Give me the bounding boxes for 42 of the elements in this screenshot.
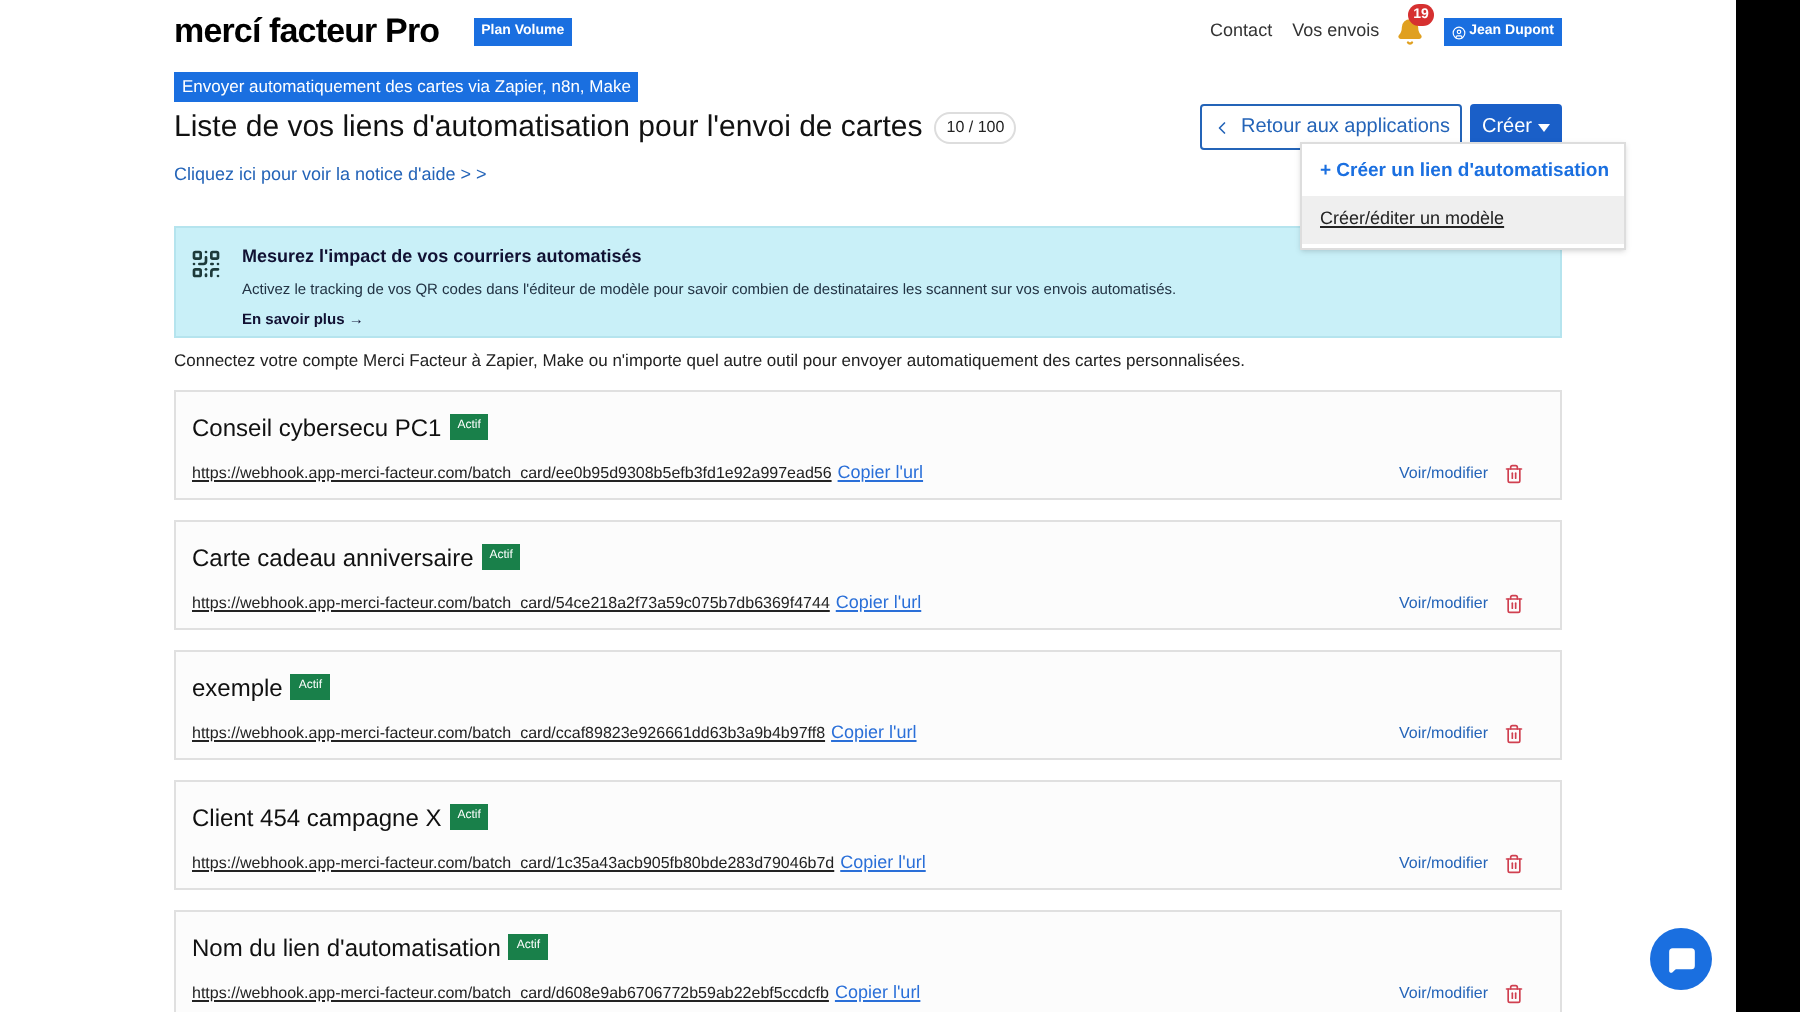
chat-button[interactable]	[1650, 928, 1712, 990]
page-title: Liste de vos liens d'automatisation pour l'envoi de cartes	[174, 108, 923, 148]
user-icon	[1451, 25, 1466, 39]
link-name: Nom du lien d'automatisation	[192, 931, 501, 966]
caret-icon	[1538, 123, 1550, 131]
trash-icon[interactable]	[1504, 853, 1524, 873]
view-edit-link[interactable]: Voir/modifier	[1399, 461, 1488, 485]
banner-title: Mesurez l'impact de vos courriers automatisés	[242, 244, 644, 270]
webhook-url: https://webhook.app-merci-facteur.com/batch_card/54ce218a2f73a59c075b7db6369f4744	[192, 591, 830, 615]
intro-text: Connectez votre compte Merci Facteur à Zapier, Make ou n'importe quel autre outil pour envoyer automatiquement des cartes personnalisées.	[174, 348, 1248, 374]
link-name: Carte cadeau anniversaire	[192, 541, 474, 576]
qr-code-icon	[190, 248, 222, 280]
trash-icon[interactable]	[1504, 593, 1524, 613]
link-name: Client 454 campagne X	[192, 801, 442, 836]
nav-link[interactable]: Contact	[1210, 18, 1273, 46]
count-badge: 10 / 100	[934, 112, 1017, 144]
bell-icon[interactable]	[1395, 18, 1424, 46]
trash-icon[interactable]	[1504, 463, 1524, 483]
view-edit-link[interactable]: Voir/modifier	[1399, 721, 1488, 745]
help-link[interactable]: Cliquez ici pour voir la notice d'aide > >	[174, 164, 487, 184]
trash-icon[interactable]	[1504, 983, 1524, 1003]
webhook-url: https://webhook.app-merci-facteur.com/batch_card/1c35a43acb905fb80bde283d79046b7d	[192, 851, 835, 875]
webhook-url: https://webhook.app-merci-facteur.com/batch_card/ee0b95d9308b5efb3fd1e92a997ead56	[192, 461, 832, 485]
copy-url-link[interactable]: Copier l'url	[840, 849, 926, 877]
link-name: Conseil cybersecu PC1	[192, 411, 442, 446]
copy-url-link[interactable]: Copier l'url	[831, 719, 917, 747]
menu-item[interactable]: + Créer un lien d'automatisation	[1302, 148, 1624, 196]
copy-url-link[interactable]: Copier l'url	[834, 979, 921, 1007]
view-edit-link[interactable]: Voir/modifier	[1399, 981, 1488, 1005]
breadcrumb: Envoyer automatiquement des cartes via Zapier, n8n, Make	[174, 72, 639, 102]
chat-icon	[1667, 945, 1695, 973]
webhook-url: https://webhook.app-merci-facteur.com/batch_card/ccaf89823e926661dd63b3a9b4b97ff8	[192, 721, 826, 745]
copy-url-link[interactable]: Copier l'url	[835, 589, 922, 617]
view-edit-link[interactable]: Voir/modifier	[1399, 851, 1488, 875]
trash-icon[interactable]	[1504, 723, 1524, 743]
link-name: exemple	[192, 671, 283, 706]
copy-url-link[interactable]: Copier l'url	[837, 459, 924, 487]
webhook-url: https://webhook.app-merci-facteur.com/batch_card/d608e9ab6706772b59ab22ebf5ccdcfb	[192, 981, 829, 1005]
menu-item[interactable]: Créer/éditer un modèle	[1302, 196, 1624, 244]
view-edit-link[interactable]: Voir/modifier	[1399, 591, 1488, 615]
logo[interactable]: mercí facteur Pro	[174, 6, 440, 58]
nav-link[interactable]: Vos envois	[1292, 18, 1380, 46]
